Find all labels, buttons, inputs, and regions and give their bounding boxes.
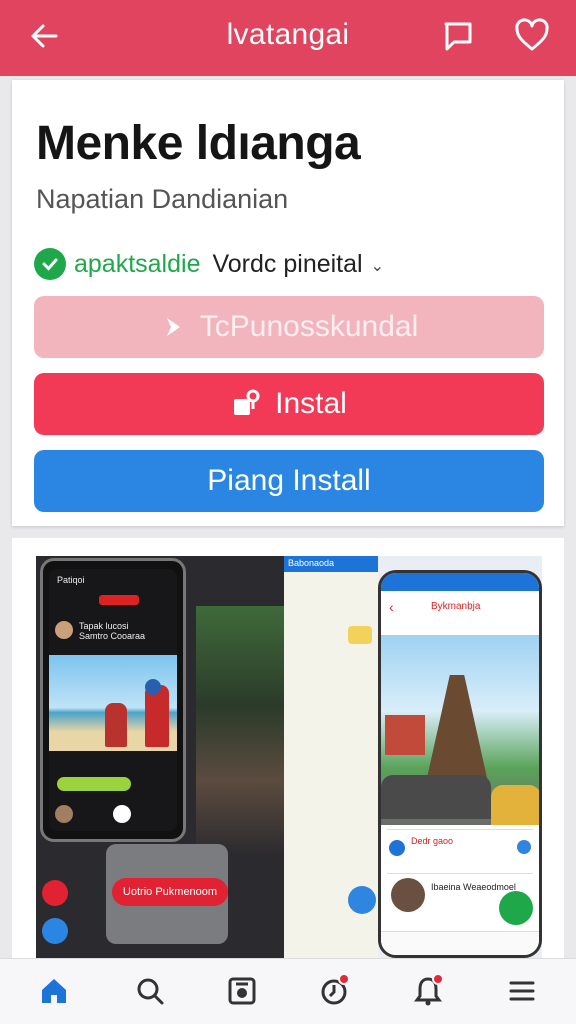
shot2-row-1: Dedr gaoo [387,829,533,869]
shot1-status: Patiqoi [57,575,85,585]
shot2-back-icon: ‹ [389,599,394,615]
shot2-background: Babonaoda [284,556,378,958]
shot1-logo [99,595,139,605]
updates-badge [338,973,350,985]
notifications-badge [432,973,444,985]
shot1-blue-fab [42,918,68,944]
shot1-red-fab [42,880,68,906]
screenshot-2[interactable]: Babonaoda ‹ Bykmanbja Dedr gaoo Ibaeina … [284,556,542,958]
notifications-icon[interactable] [408,971,448,1011]
verification-row[interactable]: apaktsaldie Vordc pineital ⌄ [34,246,384,282]
shot2-status: Babonaoda [288,558,335,568]
install-button-label: Instal [275,387,347,420]
shot1-caption: Tapak lucosi Samtro Cooaraa [79,621,146,641]
install-button[interactable]: Instal [34,373,544,435]
shot2-row1-text: Dedr gaoo [411,836,454,846]
verified-label: apaktsaldie [74,249,201,278]
heart-icon[interactable] [512,16,552,56]
menu-icon[interactable] [502,971,542,1011]
phone-mockup: Patiqoi Tapak lucosi Samtro Cooaraa [40,558,186,842]
open-button[interactable]: TcPunosskundal [34,296,544,358]
back-arrow-icon[interactable] [26,16,66,56]
shot2-green-fab [499,891,533,925]
shot2-row2-text: Ibaeina Weaeodmoel [431,882,516,892]
app-bar: lvatangai [0,0,576,76]
play-arrow-icon [160,314,186,340]
shot1-green-pill [57,777,131,791]
home-icon[interactable] [34,971,74,1011]
app-name: Menke ldıanga [36,117,361,170]
screenshot-gallery[interactable]: Patiqoi Tapak lucosi Samtro Cooaraa Uotr… [12,538,564,958]
app-info-card: Menke ldıanga Napatian Dandianian apakts… [12,80,564,526]
secondary-install-button[interactable]: Piang Install [34,450,544,512]
shot2-title: Bykmanbja [431,601,481,612]
open-button-label: TcPunosskundal [199,310,419,343]
developer-name[interactable]: Napatian Dandianian [36,184,288,215]
bottom-navigation [0,958,576,1024]
phone-mockup-2: ‹ Bykmanbja Dedr gaoo Ibaeina Weaeodmoel [378,570,542,958]
library-icon[interactable] [222,971,262,1011]
shot1-avatar [55,621,73,639]
shot2-temple-photo [381,635,539,825]
updates-icon[interactable] [314,971,354,1011]
shot2-blue-fab [348,886,376,914]
shot1-photo [196,606,284,856]
secondary-install-label: Piang Install [207,464,371,497]
install-icon [231,389,261,419]
chevron-down-icon: ⌄ [370,258,384,275]
page-title: lvatangai [226,18,350,51]
verified-check-icon [34,248,66,280]
screenshot-1[interactable]: Patiqoi Tapak lucosi Samtro Cooaraa Uotr… [36,556,284,958]
shot1-red-button: Uotrio Pukmenoom [112,878,228,906]
chat-icon[interactable] [438,16,478,56]
search-icon[interactable] [130,971,170,1011]
shot1-beach-photo [49,655,177,751]
version-label: Vordc pineital [212,249,363,278]
